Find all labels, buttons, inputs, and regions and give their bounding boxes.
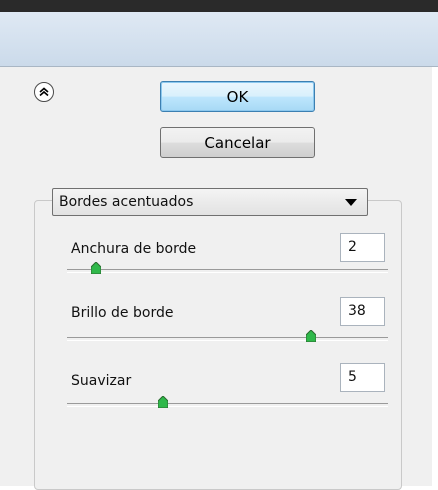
- window-right-edge: [432, 67, 438, 486]
- ok-button-label: OK: [226, 87, 249, 106]
- chevron-up-icon: [39, 87, 49, 97]
- edge-brightness-input[interactable]: 38: [340, 297, 385, 326]
- collapse-button[interactable]: [34, 82, 54, 102]
- edge-brightness-slider-thumb[interactable]: [305, 330, 316, 342]
- window-top-edge: [0, 0, 438, 12]
- edge-width-slider-track[interactable]: [67, 269, 388, 273]
- edge-width-slider-thumb[interactable]: [90, 262, 101, 274]
- dropdown-arrow-icon: [345, 199, 357, 206]
- ok-button[interactable]: OK: [160, 81, 315, 112]
- title-bar: [0, 12, 438, 67]
- edge-width-input[interactable]: 2: [340, 233, 385, 262]
- edge-brightness-slider-track[interactable]: [67, 337, 388, 341]
- filter-select-value: Bordes acentuados: [59, 194, 194, 210]
- param-label-edge-width: Anchura de borde: [71, 241, 197, 257]
- param-label-edge-brightness: Brillo de borde: [71, 305, 174, 321]
- param-label-smooth: Suavizar: [71, 373, 132, 389]
- filter-select[interactable]: Bordes acentuados: [52, 188, 368, 216]
- cancel-button[interactable]: Cancelar: [160, 127, 315, 158]
- cancel-button-label: Cancelar: [204, 133, 271, 152]
- smooth-slider-thumb[interactable]: [158, 396, 169, 408]
- smooth-slider-track[interactable]: [67, 403, 388, 407]
- smooth-input[interactable]: 5: [340, 363, 385, 392]
